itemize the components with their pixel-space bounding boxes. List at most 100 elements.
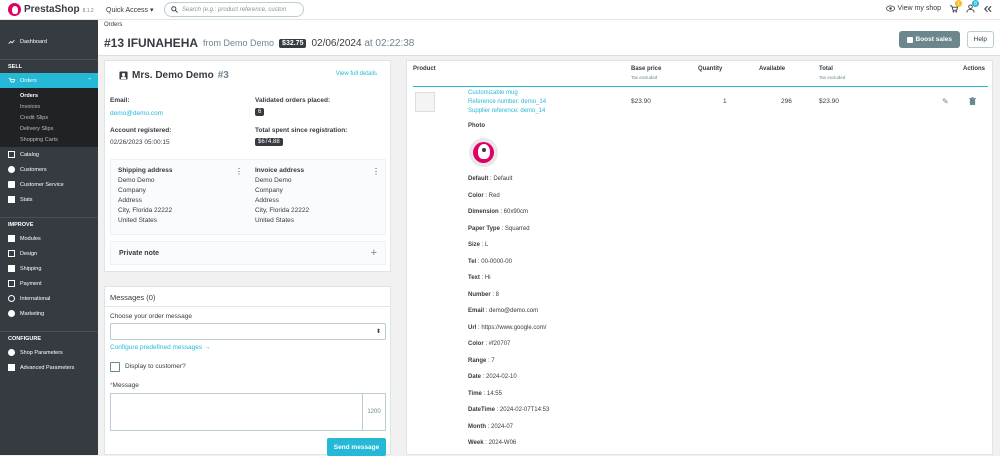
account-icon — [8, 166, 15, 173]
registered-date: 02/26/2023 05:00:15 — [110, 139, 170, 146]
sidebar-item-orders[interactable]: Orders ⌃ — [0, 73, 98, 88]
trending-icon — [8, 39, 15, 44]
chart-icon — [8, 196, 15, 203]
sidebar: Dashboard SELL Orders ⌃ Orders Invoices … — [0, 20, 98, 455]
message-label: *Message — [110, 382, 139, 389]
col-base-price: Base price Tax excluded — [631, 66, 662, 80]
addresses-panel: Shipping address Demo Demo Company Addre… — [110, 159, 386, 235]
sidebar-sub-delivery-slips[interactable]: Delivery Slips — [0, 123, 98, 134]
email-label: Email: — [110, 97, 130, 104]
sidebar-sub-credit-slips[interactable]: Credit Slips — [0, 112, 98, 123]
sidebar-sub-orders[interactable]: Orders — [0, 90, 98, 101]
sidebar-section-configure: CONFIGURE — [0, 331, 98, 345]
configure-messages-link[interactable]: Configure predefined messages → — [110, 344, 210, 351]
col-product: Product — [413, 66, 436, 72]
customization-field: Default : Default — [468, 176, 513, 182]
sidebar-item-modules[interactable]: Modules — [0, 231, 98, 246]
help-button[interactable]: Help — [966, 31, 994, 48]
private-note-toggle[interactable]: Private note + — [110, 241, 386, 265]
edit-icon[interactable]: ✎ — [942, 97, 949, 106]
col-total: Total Tax excluded — [819, 66, 846, 80]
total-spent-label: Total spent since registration: — [255, 127, 348, 134]
collapse-sidebar-button[interactable] — [983, 5, 992, 13]
sidebar-item-marketing[interactable]: Marketing — [0, 306, 98, 321]
messages-title: Messages (0) — [105, 287, 390, 307]
customization-field: Dimension : 60x90cm — [468, 209, 529, 215]
display-to-customer-checkbox[interactable] — [110, 362, 120, 372]
shipping-address-title: Shipping address — [118, 167, 173, 174]
sidebar-item-stats[interactable]: Stats — [0, 192, 98, 207]
delete-icon[interactable] — [969, 97, 976, 107]
product-quantity: 1 — [723, 98, 727, 105]
product-reference: Reference number: demo_14 — [468, 99, 547, 105]
product-name-link[interactable]: Customizable mug — [468, 89, 546, 98]
header-divider — [413, 86, 988, 87]
shipping-more-icon[interactable]: ⋮ — [235, 167, 243, 176]
send-message-button[interactable]: Send message — [327, 438, 386, 456]
sidebar-sub-invoices[interactable]: Invoices — [0, 101, 98, 112]
sidebar-item-customers[interactable]: Customers — [0, 162, 98, 177]
customization-field: Tel : 00-0000-00 — [468, 258, 512, 265]
search-placeholder: Search (e.g.: product reference, custon — [182, 6, 287, 13]
product-thumbnail — [415, 92, 435, 112]
order-total-badge: $32.75 — [279, 38, 307, 48]
store-icon — [8, 151, 15, 158]
message-textarea[interactable] — [110, 393, 363, 431]
settings-applications-icon — [8, 364, 15, 371]
breadcrumb[interactable]: Orders — [104, 22, 122, 28]
product-supplier-reference: Supplier reference: demo_14 — [468, 108, 546, 114]
orders-badge: 1 — [955, 0, 962, 7]
sidebar-item-international[interactable]: International — [0, 291, 98, 306]
double-chevron-icon — [984, 5, 992, 12]
invoice-address: Invoice address Demo Demo Company Addres… — [255, 167, 310, 224]
view-full-details-link[interactable]: View full details — [336, 71, 377, 77]
validated-orders-count: 6 — [255, 108, 265, 116]
photo-label: Photo — [468, 123, 485, 129]
customization-field: Color : #f20707 — [468, 341, 511, 347]
customization-photo[interactable] — [469, 138, 498, 167]
boost-sales-button[interactable]: Boost sales — [898, 31, 960, 48]
customer-heading: Mrs. Demo Demo #3 — [119, 70, 229, 81]
sidebar-item-payment[interactable]: Payment — [0, 276, 98, 291]
customers-notification[interactable]: 8 — [966, 0, 979, 13]
customer-card: Mrs. Demo Demo #3 View full details Emai… — [104, 60, 391, 272]
sidebar-item-customer-service[interactable]: Customer Service — [0, 177, 98, 192]
total-spent-value: $674.88 — [255, 138, 283, 146]
sidebar-item-advanced-parameters[interactable]: Advanced Parameters — [0, 360, 98, 375]
customization-field: Date : 2024-02-10 — [468, 374, 517, 380]
customization-field: Time : 14:55 — [468, 390, 502, 397]
sidebar-item-catalog[interactable]: Catalog — [0, 147, 98, 162]
share-icon — [8, 310, 15, 317]
plus-icon: + — [370, 247, 377, 259]
sidebar-item-shipping[interactable]: Shipping — [0, 261, 98, 276]
quick-access-dropdown[interactable]: Quick Access ▾ — [106, 6, 156, 14]
invoice-address-title: Invoice address — [255, 167, 305, 174]
customization-field: Number : 8 — [468, 291, 500, 298]
messages-card: Messages (0) Choose your order message ⬍… — [104, 286, 391, 456]
chat-icon — [8, 181, 15, 188]
brand-logo[interactable]: PrestaShop 8.1.2 — [0, 3, 98, 16]
puzzle-icon — [906, 36, 913, 43]
validated-orders-label: Validated orders placed: — [255, 97, 331, 104]
arrow-right-icon: → — [203, 344, 211, 351]
view-shop-link[interactable]: View my shop — [885, 5, 941, 12]
customer-email-link[interactable]: demo@demo.com — [110, 110, 163, 117]
customization-field: Paper Type : Squarred — [468, 225, 530, 232]
col-actions: Actions — [963, 66, 986, 72]
page-title: #13 IFUNAHEHA from Demo Demo $32.75 02/0… — [104, 36, 414, 50]
shipping-address: Shipping address Demo Demo Company Addre… — [118, 167, 173, 224]
customization-field: DateTime : 2024-02-07T14:53 — [468, 407, 550, 413]
search-input[interactable]: Search (e.g.: product reference, custon — [164, 2, 304, 17]
sidebar-item-dashboard[interactable]: Dashboard — [0, 34, 98, 49]
invoice-more-icon[interactable]: ⋮ — [372, 167, 380, 176]
sidebar-item-design[interactable]: Design — [0, 246, 98, 261]
order-message-select[interactable]: ⬍ — [110, 323, 386, 340]
puzzle-icon — [8, 235, 15, 242]
products-card: Product Base price Tax excluded Quantity … — [406, 60, 993, 455]
person-icon — [119, 71, 128, 80]
customization-field: Size : L — [468, 242, 489, 248]
sidebar-item-shop-parameters[interactable]: Shop Parameters — [0, 345, 98, 360]
product-available: 296 — [781, 98, 792, 105]
orders-notification[interactable]: 1 — [949, 0, 962, 13]
sidebar-sub-shopping-carts[interactable]: Shopping Carts — [0, 134, 98, 145]
